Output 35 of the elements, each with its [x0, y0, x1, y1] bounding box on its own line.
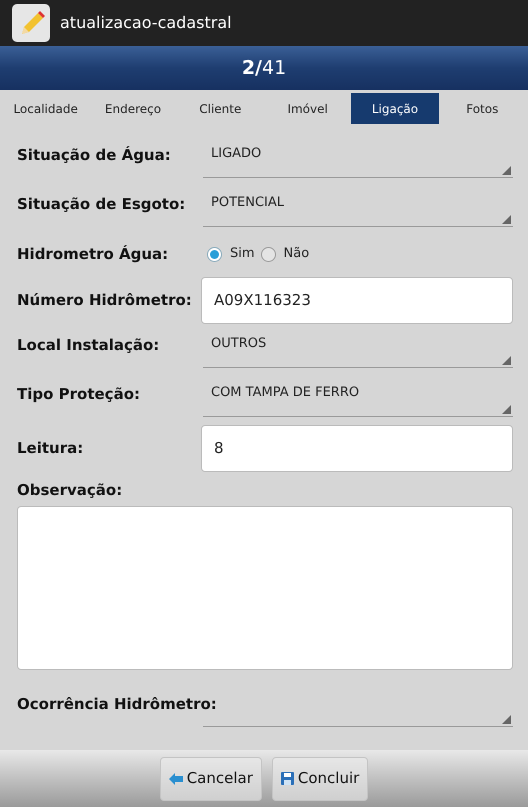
- tab[interactable]: Fotos: [438, 90, 526, 127]
- field-label: Ocorrência Hidrômetro:: [17, 694, 217, 712]
- tab[interactable]: Ligação: [351, 93, 439, 124]
- dropdown-field[interactable]: OUTROS: [203, 326, 513, 368]
- text-field[interactable]: A09X116323: [201, 276, 513, 324]
- radio-option[interactable]: Sim: [207, 244, 255, 264]
- pencil-icon: [12, 4, 50, 42]
- tab[interactable]: Endereço: [89, 90, 177, 127]
- field-label: Situação de Esgoto:: [17, 195, 186, 213]
- footer-button[interactable]: Cancelar: [160, 756, 262, 800]
- dropdown-corner-icon: [502, 714, 511, 724]
- field-label: Leitura:: [17, 439, 84, 457]
- dropdown-field[interactable]: POTENCIAL: [203, 185, 513, 227]
- footer-button[interactable]: Concluir: [272, 756, 368, 800]
- text-area[interactable]: [17, 506, 513, 670]
- tab[interactable]: Imóvel: [264, 90, 352, 127]
- dropdown-field[interactable]: COM TAMPA DE FERRO: [203, 375, 513, 417]
- arrow-left-icon: [168, 772, 183, 784]
- field-label: Local Instalação:: [17, 336, 160, 354]
- field-label: Hidrometro Água:: [17, 245, 168, 263]
- field-label: Situação de Água:: [17, 146, 171, 164]
- tab[interactable]: Localidade: [2, 90, 90, 127]
- dropdown-corner-icon: [502, 405, 511, 414]
- dropdown-corner-icon: [502, 166, 511, 175]
- dropdown-field[interactable]: LIGADO: [203, 136, 513, 178]
- field-label: Tipo Proteção:: [17, 385, 140, 403]
- app-title: atualizacao-cadastral: [60, 12, 232, 34]
- dropdown-corner-icon: [502, 215, 511, 224]
- field-label: Número Hidrômetro:: [17, 291, 192, 309]
- tab[interactable]: Cliente: [176, 90, 264, 127]
- field-label: Observação:: [17, 480, 124, 501]
- dropdown-corner-icon: [502, 356, 511, 365]
- text-field[interactable]: 8: [201, 424, 513, 472]
- radio-option[interactable]: Não: [260, 244, 310, 264]
- page-counter: 2/41: [242, 56, 286, 81]
